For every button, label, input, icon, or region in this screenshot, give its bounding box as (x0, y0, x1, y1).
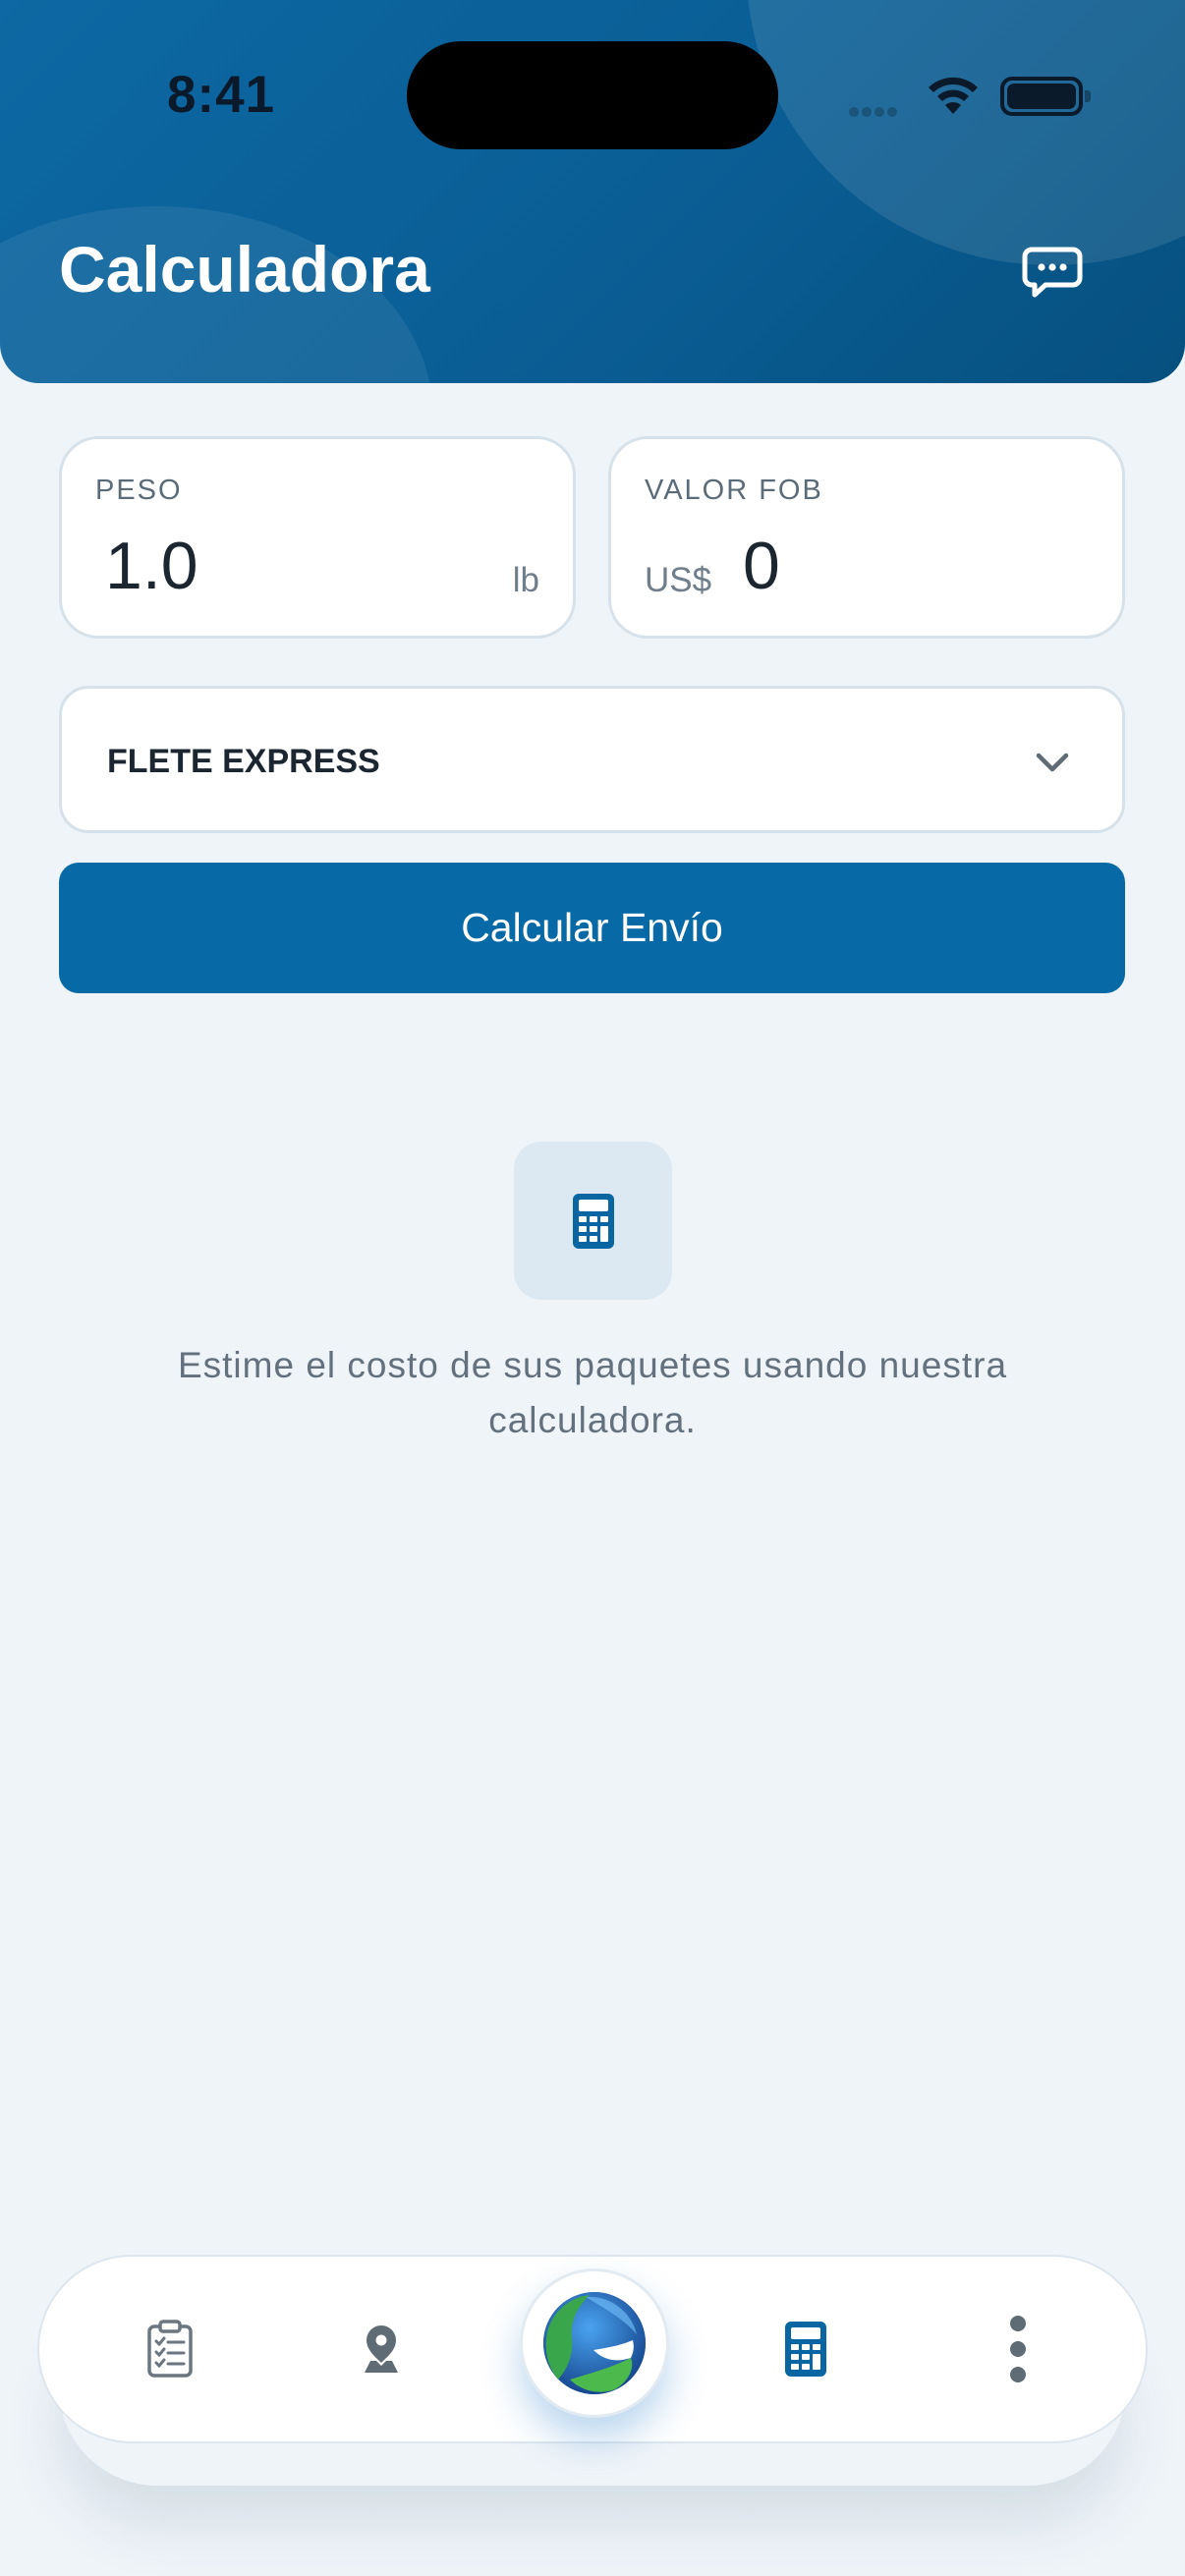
service-select[interactable]: FLETE EXPRESS (59, 686, 1125, 833)
calculator-icon (572, 1193, 614, 1249)
status-time: 8:41 (167, 66, 276, 124)
chevron-down-icon (1036, 753, 1069, 772)
bottom-nav (37, 2255, 1148, 2443)
currency-prefix: US$ (645, 561, 712, 599)
peso-field[interactable]: PESO 1.0 lb (59, 436, 576, 639)
peso-unit: lb (512, 561, 539, 599)
clipboard-icon (147, 2320, 193, 2378)
header: 8:41 Calculadora (0, 0, 1185, 383)
chat-button[interactable] (1022, 246, 1083, 301)
status-icons (845, 69, 1100, 118)
nav-locations[interactable] (322, 2257, 440, 2441)
dynamic-island (407, 41, 778, 149)
nav-more[interactable] (959, 2257, 1077, 2441)
peso-label: PESO (95, 475, 183, 506)
nav-calculator[interactable] (747, 2257, 865, 2441)
more-vertical-icon (1010, 2316, 1026, 2382)
nav-home-button[interactable] (520, 2268, 669, 2418)
calculator-screen: 8:41 Calculadora PESO 1.0 lb VALOR FOB U… (0, 0, 1185, 2576)
header-decoration (747, 0, 1185, 265)
valor-fob-field[interactable]: VALOR FOB US$ 0 (608, 436, 1125, 639)
page-title: Calculadora (59, 233, 430, 306)
empty-state-message: Estime el costo de sus paquetes usando n… (177, 1345, 1008, 1440)
chat-bubble-icon (1022, 247, 1083, 298)
nav-orders[interactable] (111, 2257, 229, 2441)
location-pin-icon (365, 2325, 398, 2373)
battery-icon (1000, 77, 1091, 116)
valor-fob-input[interactable]: 0 (743, 528, 780, 604)
wifi-icon (929, 77, 978, 114)
calculator-icon (785, 2322, 826, 2377)
service-select-value: FLETE EXPRESS (107, 743, 380, 780)
valor-fob-label: VALOR FOB (645, 475, 823, 506)
calculate-shipping-button[interactable]: Calcular Envío (59, 863, 1125, 993)
peso-input[interactable]: 1.0 (105, 528, 198, 604)
empty-state-icon-box (514, 1142, 672, 1300)
globe-logo-icon (543, 2292, 646, 2394)
signal-icon (849, 104, 900, 122)
